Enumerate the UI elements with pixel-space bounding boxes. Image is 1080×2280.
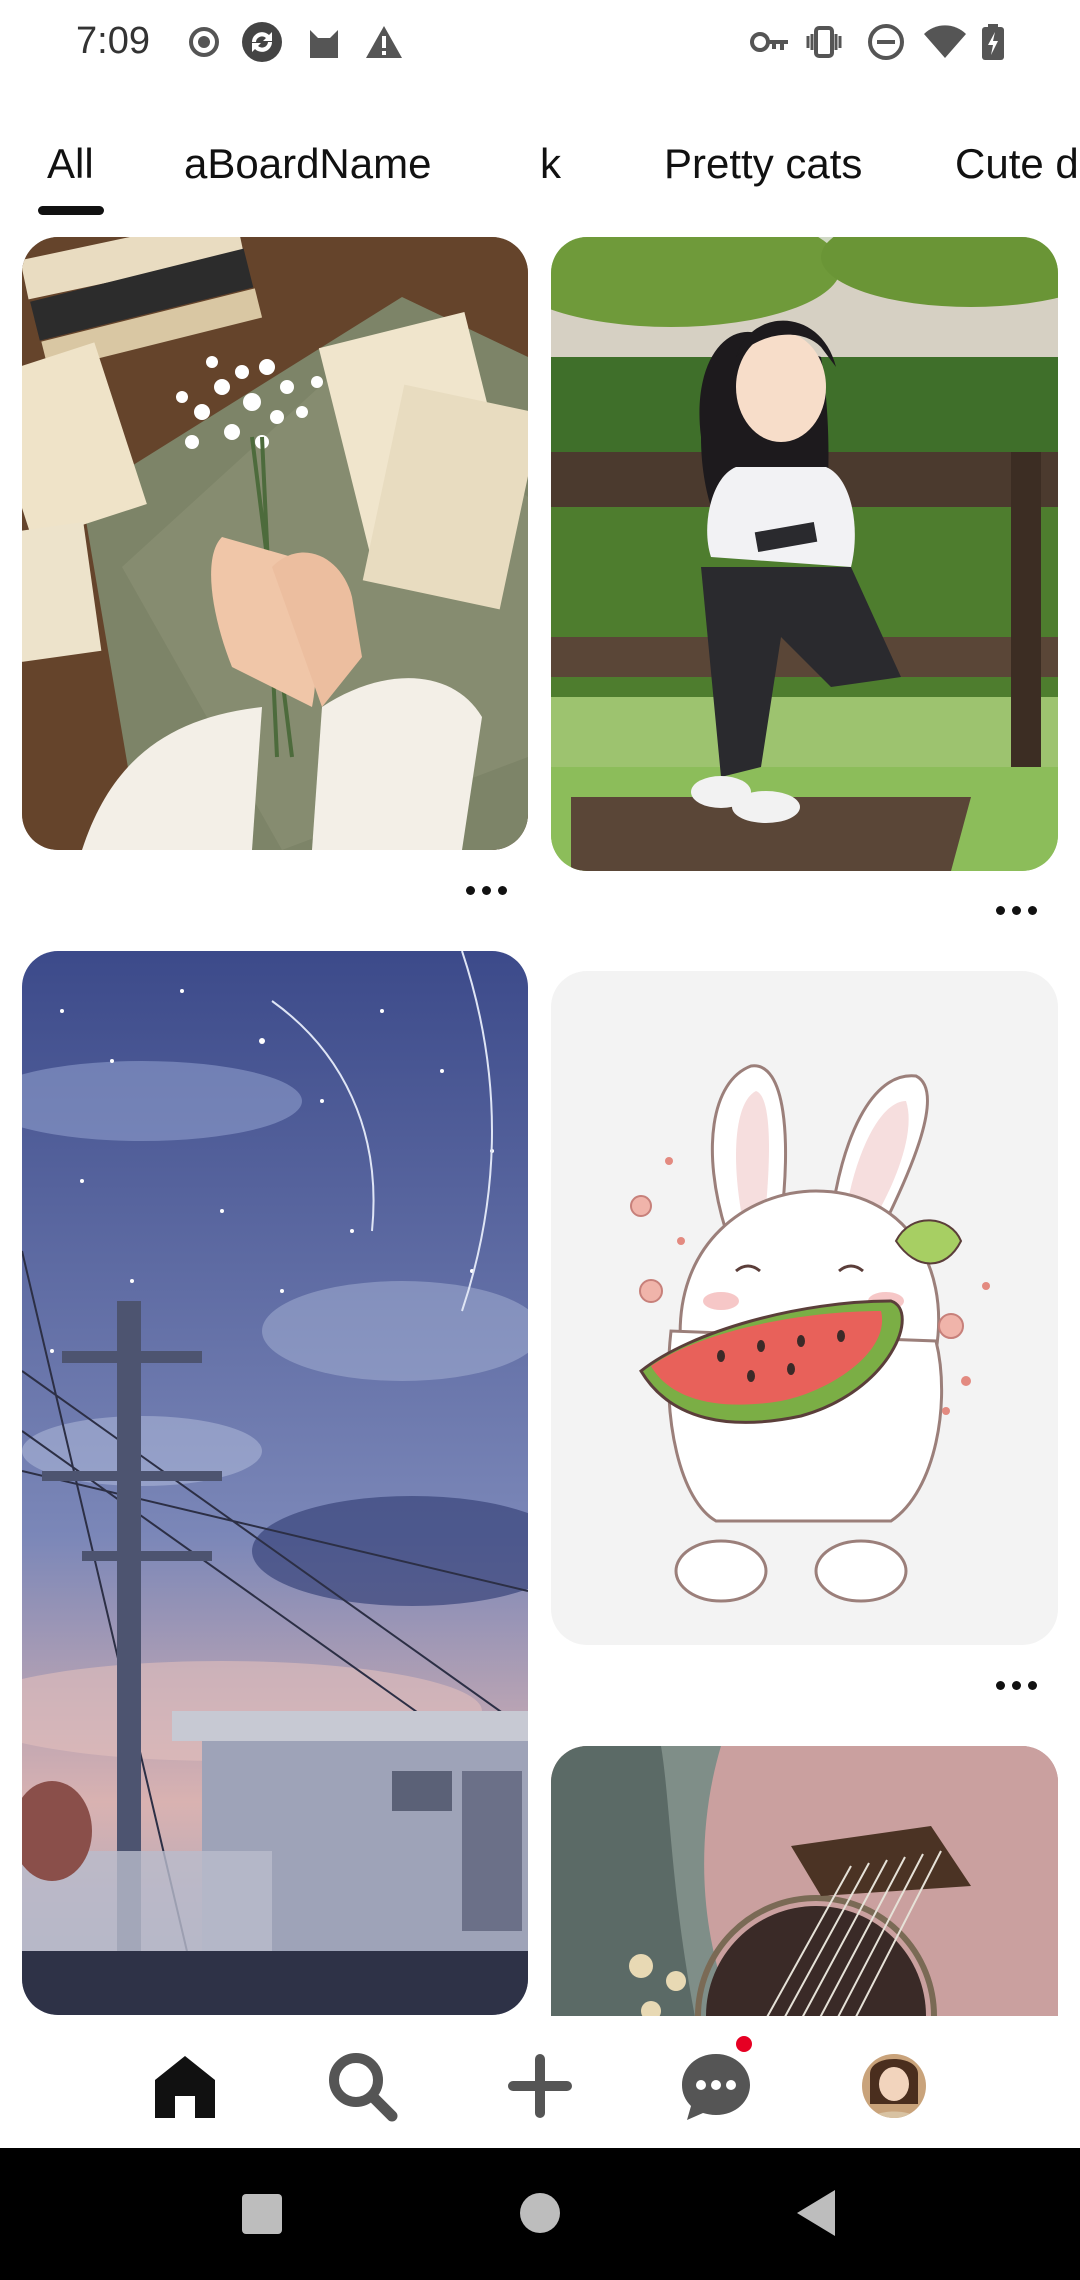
- status-time: 7:09: [76, 20, 150, 62]
- pin-flowers-image: [22, 237, 528, 850]
- battery-charging-icon: [982, 24, 1004, 60]
- pin-image[interactable]: [22, 951, 528, 2015]
- pin-guitar-image: [551, 1746, 1058, 2046]
- sync-icon: [242, 22, 282, 62]
- do-not-disturb-icon: [868, 24, 904, 60]
- pin-image[interactable]: [551, 1746, 1058, 2046]
- tab-pretty-cats[interactable]: Pretty cats: [664, 140, 862, 188]
- more-options-icon[interactable]: [460, 870, 520, 910]
- warning-icon: [366, 26, 402, 58]
- more-options-icon[interactable]: [990, 1665, 1050, 1705]
- pin-image[interactable]: [22, 237, 528, 850]
- vpn-key-icon: [750, 32, 788, 52]
- home-icon[interactable]: [145, 2046, 225, 2126]
- tab-aboardname[interactable]: aBoardName: [184, 140, 431, 188]
- search-icon[interactable]: [322, 2046, 402, 2126]
- pin-image[interactable]: [551, 237, 1058, 871]
- vibrate-icon: [806, 26, 842, 58]
- notification-badge: [736, 2036, 752, 2052]
- chat-icon[interactable]: [676, 2046, 756, 2126]
- back-icon[interactable]: [795, 2188, 839, 2238]
- plus-icon[interactable]: [500, 2046, 580, 2126]
- tab-cute-d[interactable]: Cute d: [955, 140, 1079, 188]
- pin-night-sky-image: [22, 951, 528, 2015]
- board-tabs: All aBoardName k Pretty cats Cute d: [0, 130, 1080, 220]
- pin-bunny-image: [551, 971, 1058, 1645]
- pin-image[interactable]: [551, 971, 1058, 1645]
- selected-tab-indicator: [38, 206, 104, 215]
- system-navigation-bar: [0, 2148, 1080, 2280]
- recents-icon[interactable]: [241, 2193, 283, 2235]
- cat-icon: [310, 30, 338, 58]
- avatar[interactable]: [852, 2044, 936, 2128]
- home-circle-icon[interactable]: [519, 2192, 561, 2234]
- tab-all[interactable]: All: [47, 140, 94, 188]
- more-options-icon[interactable]: [990, 890, 1050, 930]
- status-bar: 7:09: [0, 0, 1080, 90]
- pin-anime-girl-image: [551, 237, 1058, 871]
- wifi-icon: [924, 25, 966, 58]
- tab-k[interactable]: k: [540, 140, 561, 188]
- screen: 7:09 All aBoardName k Pretty cats Cute d: [0, 0, 1080, 2280]
- record-icon: [189, 27, 219, 57]
- bottom-navigation: [0, 2016, 1080, 2146]
